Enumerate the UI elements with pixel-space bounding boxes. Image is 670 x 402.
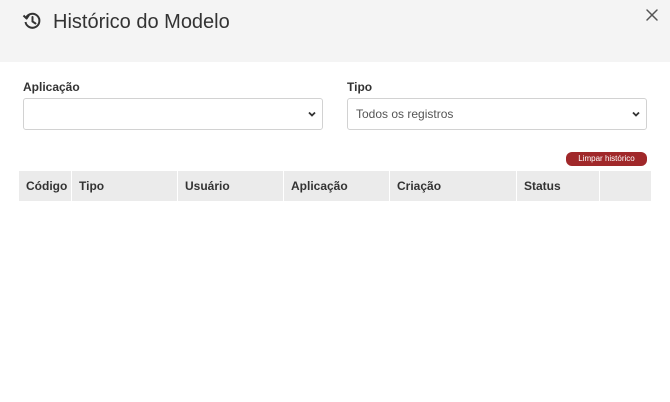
column-header-usuario[interactable]: Usuário bbox=[178, 171, 284, 201]
column-header-aplicacao[interactable]: Aplicação bbox=[284, 171, 390, 201]
history-icon bbox=[22, 12, 41, 29]
chevron-down-icon bbox=[632, 111, 640, 117]
type-select-value: Todos os registros bbox=[356, 107, 454, 121]
history-table-header: Código Tipo Usuário Aplicação Criação St… bbox=[19, 171, 651, 201]
chevron-down-icon bbox=[308, 111, 316, 117]
type-label: Tipo bbox=[347, 80, 373, 94]
clear-history-button[interactable]: Limpar histórico bbox=[566, 152, 647, 166]
column-header-status[interactable]: Status bbox=[517, 171, 600, 201]
column-header-codigo[interactable]: Código bbox=[19, 171, 72, 201]
application-label: Aplicação bbox=[23, 80, 80, 94]
application-select[interactable] bbox=[23, 98, 323, 130]
close-icon[interactable] bbox=[644, 7, 660, 23]
modal-header: Histórico do Modelo bbox=[0, 0, 670, 62]
column-header-tipo[interactable]: Tipo bbox=[72, 171, 178, 201]
column-header-criacao[interactable]: Criação bbox=[390, 171, 517, 201]
type-select[interactable]: Todos os registros bbox=[347, 98, 647, 130]
column-header-actions bbox=[600, 171, 651, 201]
modal-title: Histórico do Modelo bbox=[53, 11, 230, 33]
